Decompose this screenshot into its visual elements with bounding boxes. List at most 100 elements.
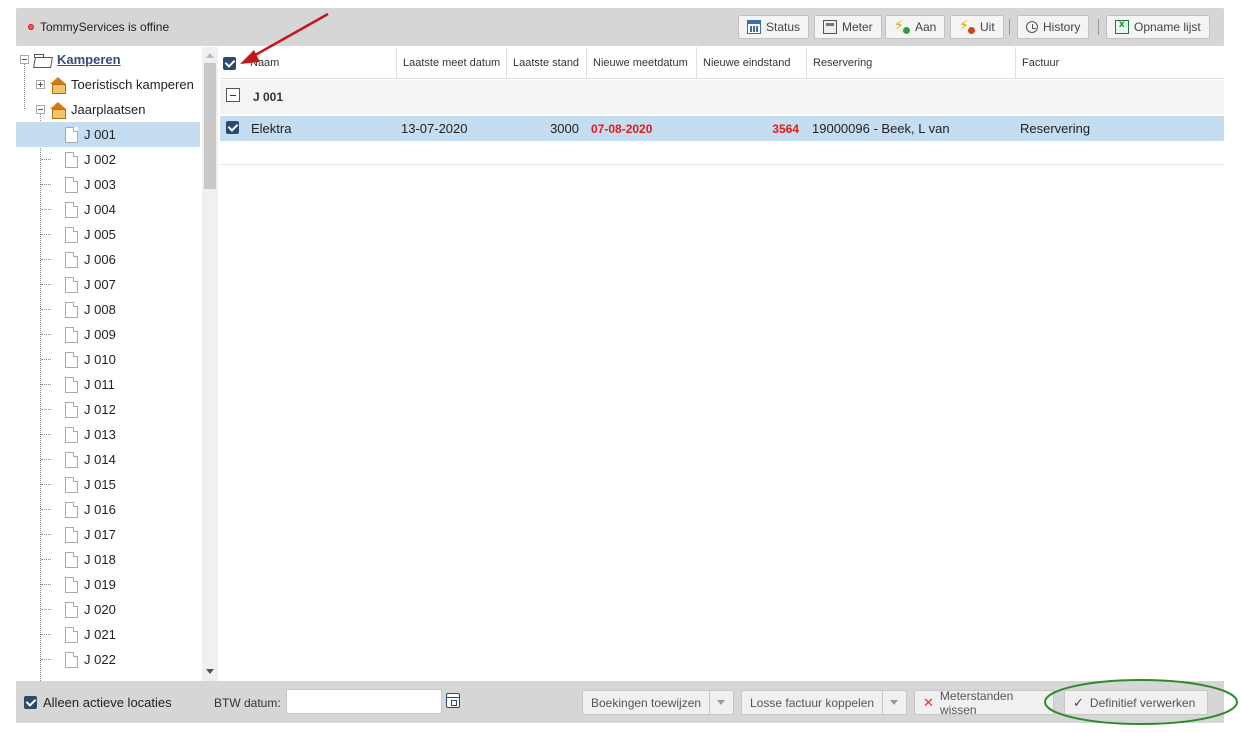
connection-status: TommyServices is offine: [28, 20, 169, 34]
tree-item[interactable]: J 002: [65, 147, 116, 172]
tree-group-toeristisch[interactable]: Toeristisch kamperen: [36, 72, 194, 97]
tree-item[interactable]: J 018: [65, 547, 116, 572]
tree-item[interactable]: J 021: [65, 622, 116, 647]
collapse-icon[interactable]: [36, 105, 45, 114]
row-checkbox[interactable]: [226, 121, 239, 134]
file-icon: [65, 601, 78, 618]
column-header-label: Nieuwe eindstand: [703, 57, 791, 69]
tree-item[interactable]: J 008: [65, 297, 116, 322]
tree-item[interactable]: J 017: [65, 522, 116, 547]
history-icon: [1026, 21, 1038, 33]
aan-button[interactable]: Aan: [885, 15, 946, 39]
tree-item-label: J 022: [84, 652, 116, 667]
tree-item[interactable]: J 011: [65, 372, 115, 397]
tree-item-label: J 012: [84, 402, 116, 417]
column-header-naam[interactable]: Naam: [244, 47, 396, 79]
file-icon: [65, 626, 78, 643]
file-icon: [65, 576, 78, 593]
meter-button[interactable]: Meter: [814, 15, 882, 39]
tree-item[interactable]: J 014: [65, 447, 116, 472]
meter-grid: Naam Laatste meet datum Laatste stand Ni…: [220, 47, 1224, 681]
tree-root-kamperen[interactable]: Kamperen: [20, 47, 121, 72]
table-row[interactable]: Elektra 13-07-2020 3000 07-08-2020 3564 …: [220, 116, 1224, 141]
tree-line: [41, 334, 51, 335]
tree-root-label[interactable]: Kamperen: [57, 52, 121, 67]
tree-item[interactable]: J 004: [65, 197, 116, 222]
select-all-checkbox-cell[interactable]: [220, 47, 244, 79]
collapse-icon[interactable]: [20, 55, 29, 64]
tree-item-label: J 013: [84, 427, 116, 442]
file-icon: [65, 551, 78, 568]
scroll-down-icon[interactable]: [206, 669, 214, 674]
toolbar-separator: [1009, 19, 1010, 35]
tree-item[interactable]: J 019: [65, 572, 116, 597]
alleen-actieve-toggle[interactable]: Alleen actieve locaties: [24, 695, 172, 710]
tree-item[interactable]: J 016: [65, 497, 116, 522]
tree-item-label: J 010: [84, 352, 116, 367]
collapse-group-icon[interactable]: [226, 88, 240, 102]
boekingen-toewijzen-label: Boekingen toewijzen: [591, 695, 702, 710]
column-header-nieuwe-eindstand[interactable]: Nieuwe eindstand: [696, 47, 806, 79]
row-divider: [220, 164, 1224, 165]
connection-status-text: TommyServices is offine: [40, 20, 170, 34]
status-button[interactable]: Status: [738, 15, 810, 39]
tree-item[interactable]: J 005: [65, 222, 116, 247]
column-header-laatste-meet-datum[interactable]: Laatste meet datum: [396, 47, 506, 79]
tree-item[interactable]: J 013: [65, 422, 116, 447]
cell-nieuwe-eindstand[interactable]: 3564: [696, 122, 799, 136]
tree-line: [41, 609, 51, 610]
opname-lijst-button[interactable]: Opname lijst: [1106, 15, 1210, 39]
column-header-factuur[interactable]: Factuur: [1015, 47, 1224, 79]
scroll-thumb[interactable]: [204, 63, 216, 189]
tree-item[interactable]: J 015: [65, 472, 116, 497]
scroll-up-icon[interactable]: [206, 53, 214, 58]
boekingen-toewijzen-button[interactable]: Boekingen toewijzen: [582, 690, 734, 715]
tree-scrollbar[interactable]: [202, 47, 218, 681]
tree-item-label: J 001: [84, 127, 116, 142]
select-all-checkbox[interactable]: [223, 56, 236, 70]
tree-item-label: J 006: [84, 252, 116, 267]
column-header-reservering[interactable]: Reservering: [806, 47, 1015, 79]
tree-item-label: J 011: [84, 377, 115, 392]
definitief-verwerken-button[interactable]: ✓ Definitief verwerken: [1064, 690, 1208, 715]
tree-group-label: Jaarplaatsen: [71, 102, 146, 117]
tree-line: [41, 509, 51, 510]
uit-button[interactable]: Uit: [950, 15, 1004, 39]
tree-item[interactable]: J 003: [65, 172, 116, 197]
tree-line: [41, 209, 51, 210]
tree-item[interactable]: J 010: [65, 347, 116, 372]
close-icon: ✕: [923, 694, 934, 710]
column-header-nieuwe-meetdatum[interactable]: Nieuwe meetdatum: [586, 47, 696, 79]
check-icon: ✓: [1073, 694, 1084, 710]
expand-icon[interactable]: [36, 80, 45, 89]
file-icon: [65, 376, 78, 393]
column-header-laatste-stand[interactable]: Laatste stand: [506, 47, 586, 79]
tree-line: [40, 109, 41, 681]
tree-line: [41, 309, 51, 310]
tree-group-jaarplaatsen[interactable]: Jaarplaatsen: [36, 97, 145, 122]
file-icon: [65, 401, 78, 418]
alleen-actieve-checkbox[interactable]: [24, 696, 37, 709]
offline-dot-icon: [28, 24, 34, 30]
tree-item[interactable]: J 022: [65, 647, 116, 672]
chevron-down-icon[interactable]: [882, 691, 904, 714]
chevron-down-icon[interactable]: [709, 691, 731, 714]
tree-item[interactable]: J 009: [65, 322, 116, 347]
file-icon: [65, 326, 78, 343]
calendar-icon[interactable]: [446, 693, 460, 708]
cell-nieuwe-meetdatum[interactable]: 07-08-2020: [591, 122, 652, 136]
tree-item[interactable]: J 001: [16, 122, 200, 147]
meterstanden-wissen-button[interactable]: ✕ Meterstanden wissen: [914, 689, 1054, 717]
file-icon: [65, 126, 78, 143]
history-button[interactable]: History: [1017, 15, 1090, 39]
losse-factuur-koppelen-button[interactable]: Losse factuur koppelen: [741, 690, 907, 715]
tree-item[interactable]: J 012: [65, 397, 116, 422]
tree-item-label: J 007: [84, 277, 116, 292]
meter-button-label: Meter: [842, 20, 873, 34]
tree-item[interactable]: J 007: [65, 272, 116, 297]
btw-date-input[interactable]: [286, 689, 442, 714]
column-header-label: Naam: [250, 57, 280, 69]
grid-header: Naam Laatste meet datum Laatste stand Ni…: [220, 47, 1224, 79]
tree-item[interactable]: J 020: [65, 597, 116, 622]
tree-item[interactable]: J 006: [65, 247, 116, 272]
